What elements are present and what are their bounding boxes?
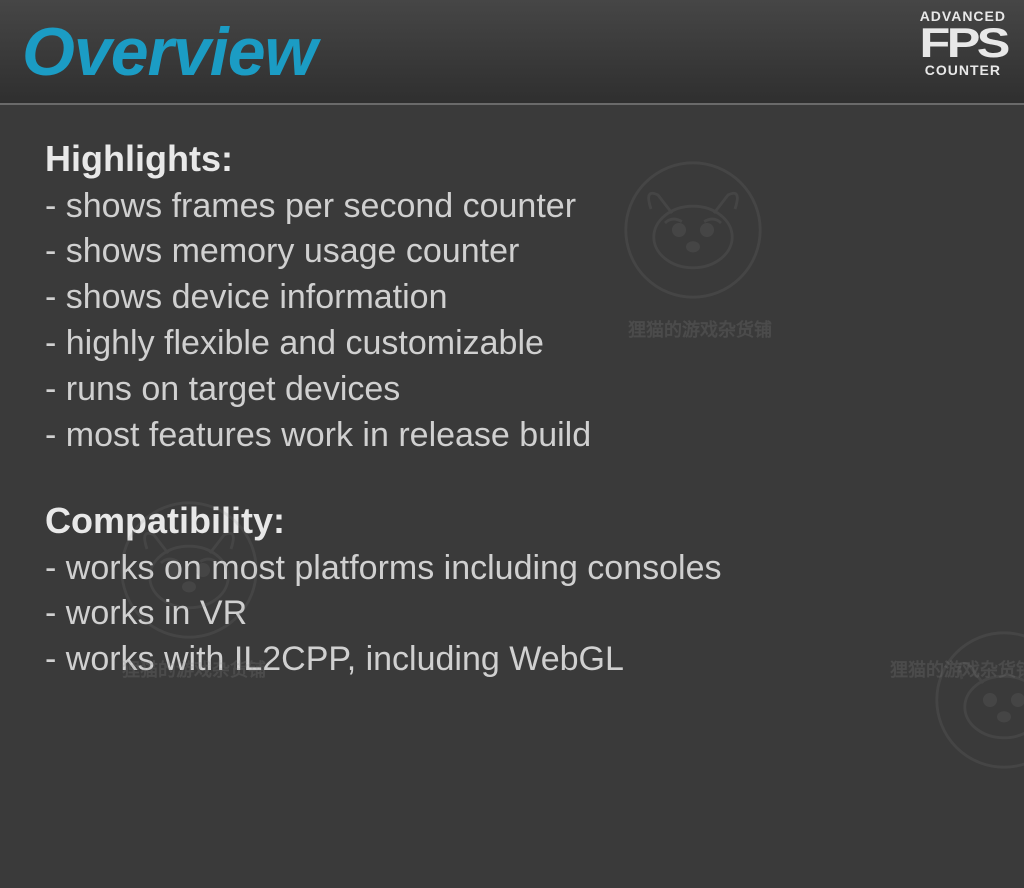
highlight-item: - shows memory usage counter	[45, 229, 979, 275]
product-logo: ADVANCED FPS COUNTER	[920, 8, 1006, 78]
compat-heading: Compatibility:	[45, 497, 979, 546]
highlight-item: - shows device information	[45, 275, 979, 321]
compat-item: - works on most platforms including cons…	[45, 546, 979, 592]
slide-header: Overview ADVANCED FPS COUNTER	[0, 0, 1024, 105]
highlight-item: - highly flexible and customizable	[45, 321, 979, 367]
compat-item: - works in VR	[45, 591, 979, 637]
highlight-item: - shows frames per second counter	[45, 184, 979, 230]
page-title: Overview	[22, 13, 316, 91]
highlight-item: - runs on target devices	[45, 367, 979, 413]
content-area: Highlights: - shows frames per second co…	[0, 105, 1024, 713]
highlights-heading: Highlights:	[45, 135, 979, 184]
compat-item: - works with IL2CPP, including WebGL	[45, 637, 979, 683]
logo-main-text: FPS	[911, 26, 1015, 60]
highlight-item: - most features work in release build	[45, 413, 979, 459]
